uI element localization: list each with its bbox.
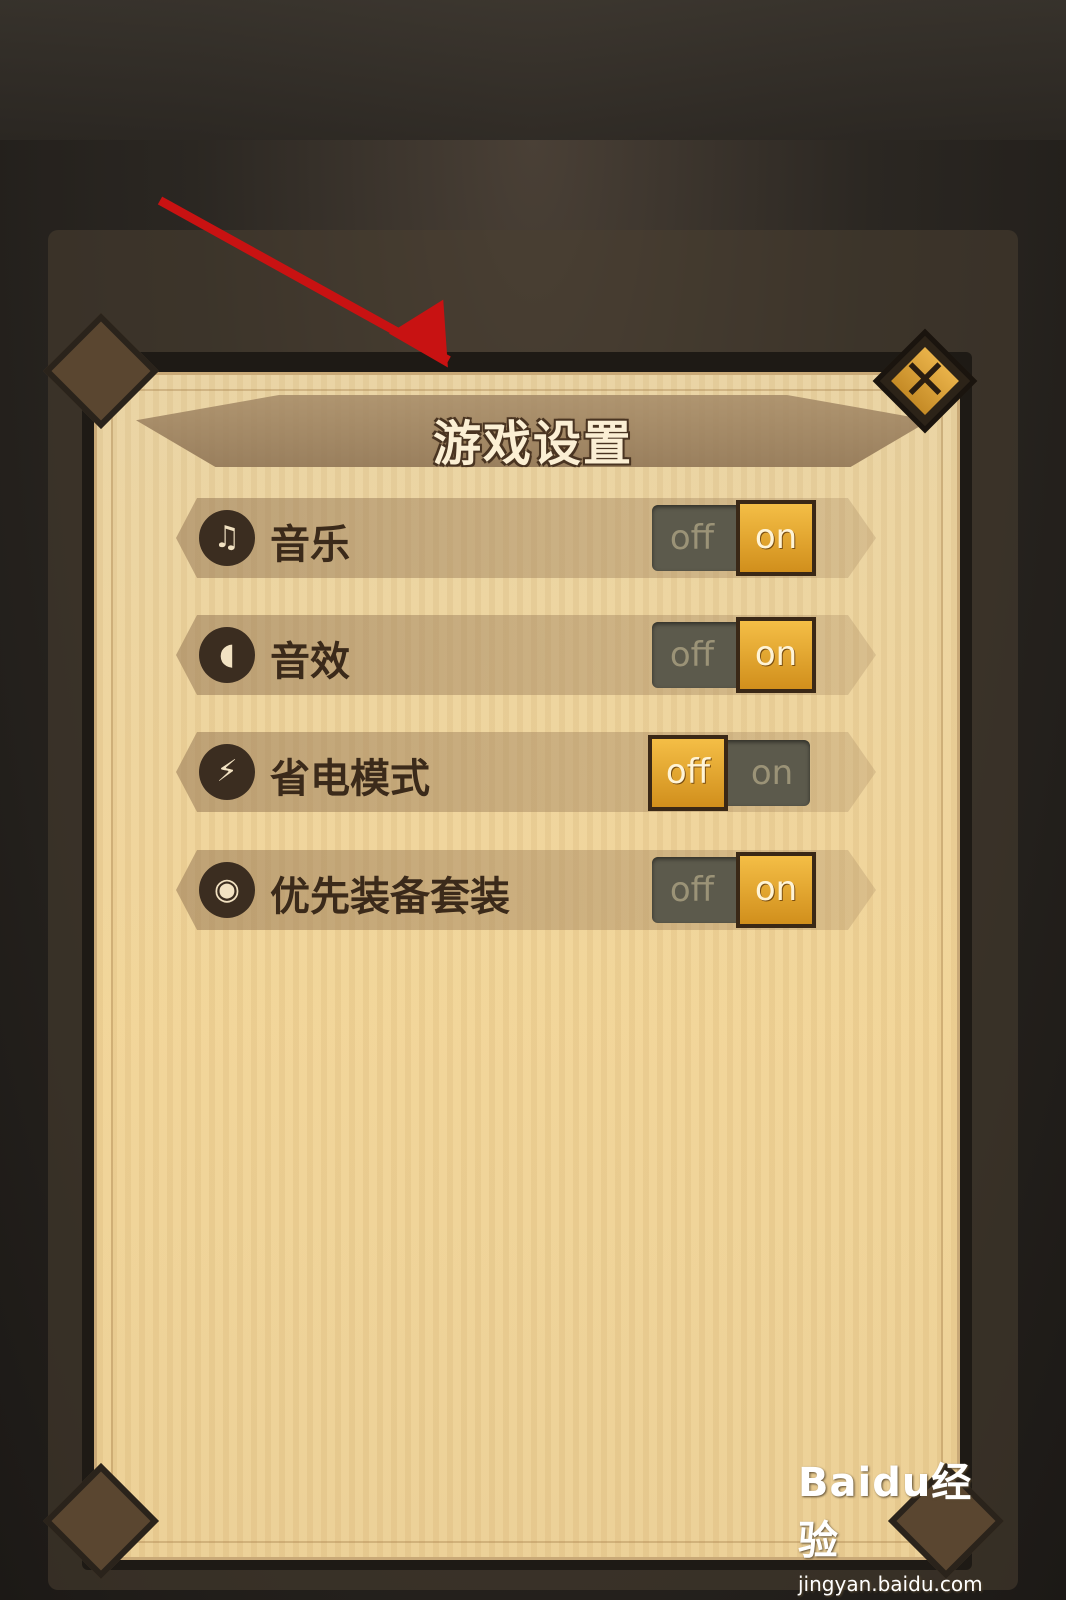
- top-bar-background: [0, 0, 1066, 140]
- toggle-prefer-equipment-set[interactable]: off on: [652, 852, 816, 928]
- music-note-icon: ♫: [199, 510, 255, 566]
- armor-icon: ◉: [199, 862, 255, 918]
- setting-label-music: 音乐: [270, 522, 350, 568]
- toggle-power-saving-off[interactable]: off: [648, 735, 728, 811]
- toggle-prefer-equipment-set-on[interactable]: on: [736, 852, 816, 928]
- toggle-music[interactable]: off on: [652, 500, 816, 576]
- toggle-music-off[interactable]: off: [652, 505, 732, 571]
- toggle-sound-effects[interactable]: off on: [652, 617, 816, 693]
- toggle-power-saving-on[interactable]: on: [732, 740, 812, 806]
- speaker-icon: ◖: [199, 627, 255, 683]
- toggle-sound-effects-on[interactable]: on: [736, 617, 816, 693]
- watermark-url: jingyan.baidu.com: [798, 1572, 983, 1596]
- baidu-watermark: Baidu经验 jingyan.baidu.com: [798, 1450, 1008, 1596]
- setting-label-sound-effects: 音效: [270, 639, 350, 685]
- toggle-prefer-equipment-set-off[interactable]: off: [652, 857, 732, 923]
- close-icon[interactable]: ✕: [888, 344, 962, 418]
- setting-label-prefer-equipment-set: 优先装备套装: [270, 874, 510, 920]
- setting-label-power-saving: 省电模式: [270, 756, 430, 802]
- toggle-sound-effects-off[interactable]: off: [652, 622, 732, 688]
- toggle-music-on[interactable]: on: [736, 500, 816, 576]
- toggle-power-saving[interactable]: off on: [648, 735, 812, 811]
- watermark-logo: Baidu经验: [798, 1460, 973, 1564]
- lightning-icon: ⚡: [199, 744, 255, 800]
